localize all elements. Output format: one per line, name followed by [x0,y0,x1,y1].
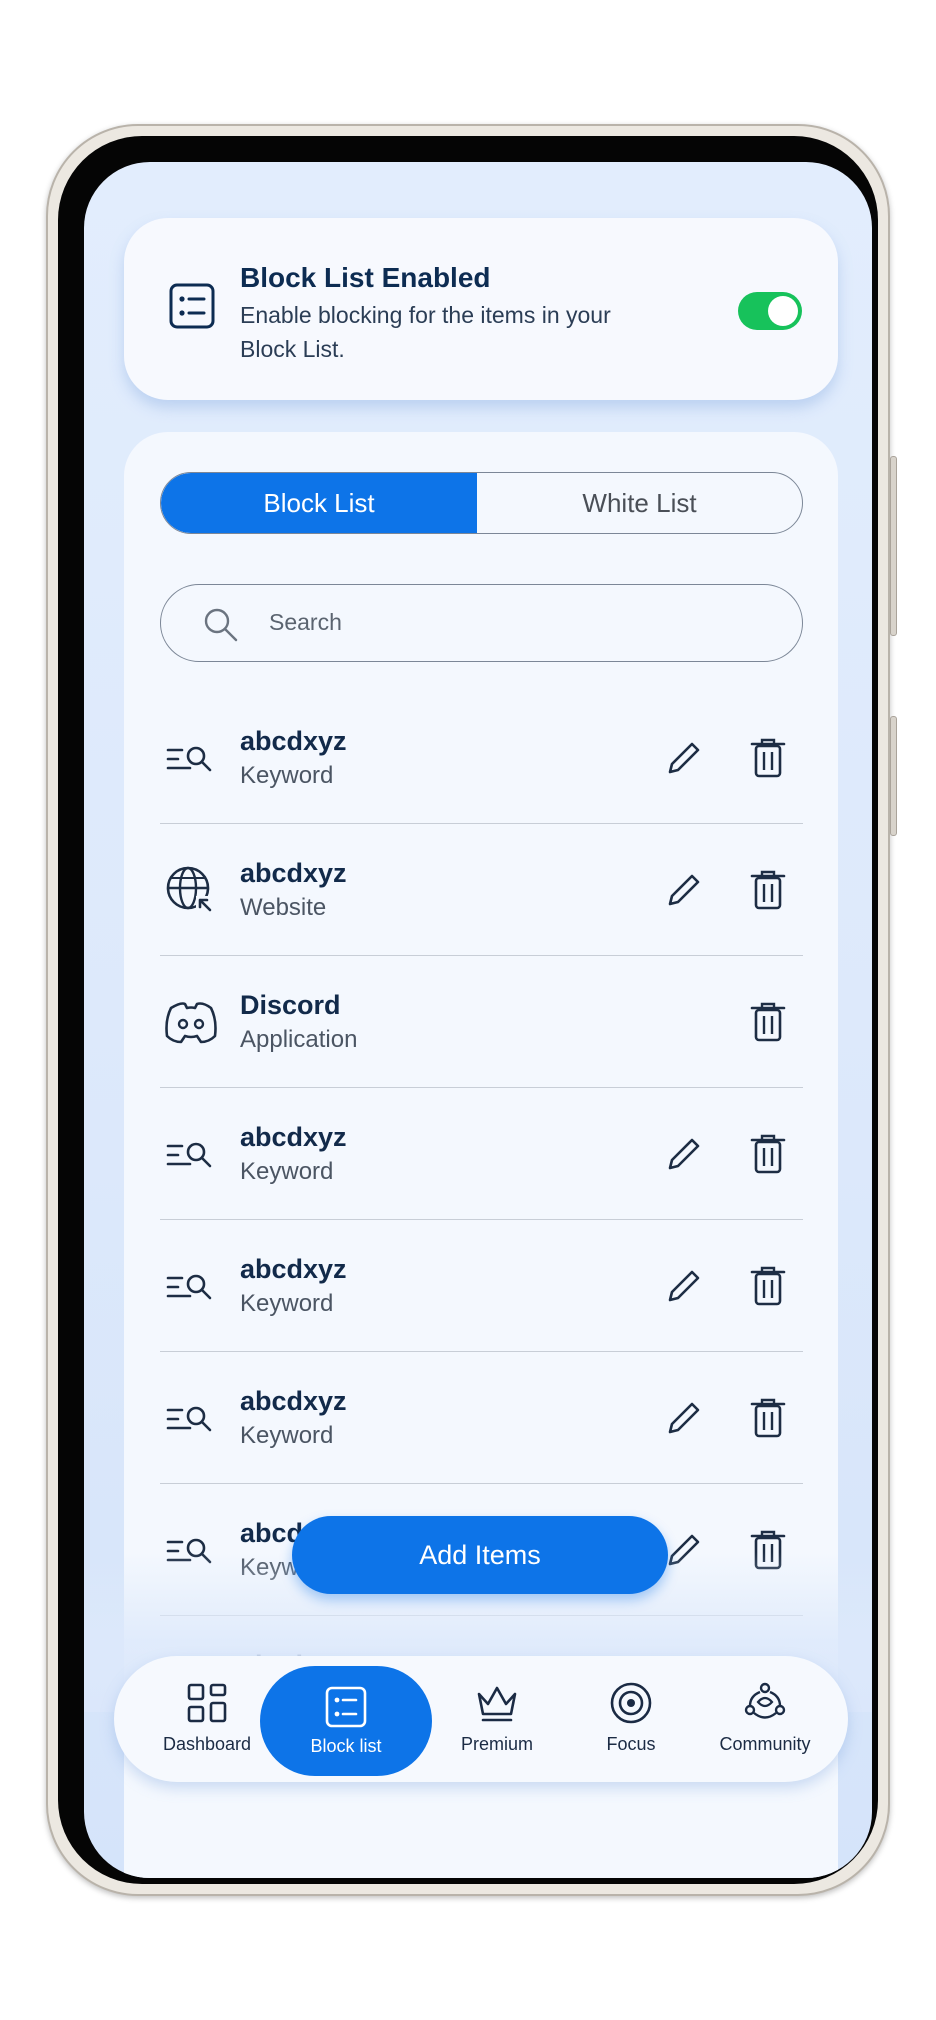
nav-label: Community [719,1734,811,1754]
dashboard-icon [187,1683,227,1723]
globe-icon [166,866,214,914]
community-icon [744,1682,786,1719]
list-item[interactable]: abcdxyz Keyword [160,692,803,824]
delete-icon[interactable] [748,736,788,780]
bottom-nav: Dashboard Block list Premium Focus Commu… [114,1656,848,1782]
nav-dashboard[interactable]: Dashboard [140,1656,274,1782]
add-items-button[interactable]: Add Items [292,1516,668,1594]
item-name: abcdxyz [240,1386,347,1416]
list-item[interactable]: abcdxyz Website [160,824,803,956]
app-screen: Block List Enabled Enable blocking for t… [84,162,872,1878]
list-item[interactable]: abcdxyz Keyword [160,1352,803,1484]
keyword-search-icon [166,1274,212,1300]
item-type: Keyword [240,1290,334,1317]
item-type: Website [240,894,327,921]
nav-focus[interactable]: Focus [564,1656,698,1782]
item-name: abcdxyz [240,858,347,888]
block-list-icon [325,1686,367,1728]
power-button [890,716,897,836]
edit-icon[interactable] [662,736,706,780]
list-icon [169,283,215,329]
item-type: Keyword [240,1422,334,1449]
nav-label: Focus [606,1734,656,1754]
phone-bezel: Block List Enabled Enable blocking for t… [58,136,878,1884]
nav-premium[interactable]: Premium [430,1656,564,1782]
keyword-search-icon [166,1406,212,1432]
nav-label: Premium [460,1734,533,1754]
nav-community[interactable]: Community [698,1656,832,1782]
block-list-enabled-card: Block List Enabled Enable blocking for t… [124,218,838,400]
tab-block-list[interactable]: Block List [161,473,477,533]
item-type: Keyword [240,1158,334,1185]
delete-icon[interactable] [748,1132,788,1176]
edit-icon[interactable] [662,868,706,912]
toggle-knob [768,296,798,326]
volume-button [890,456,897,636]
nav-label: Block list [310,1736,382,1756]
search-input[interactable]: Search [160,584,803,662]
list-item[interactable]: abcdxyz Keyword [160,1088,803,1220]
delete-icon[interactable] [748,868,788,912]
list-item[interactable]: abcdxyz Keyword [160,1220,803,1352]
card-subtitle: Enable blocking for the items in your Bl… [240,302,611,362]
list-item[interactable]: Discord Application [160,956,803,1088]
search-placeholder: Search [269,609,342,635]
delete-icon[interactable] [748,1396,788,1440]
nav-label: Dashboard [162,1734,252,1754]
item-name: abcdxyz [240,726,347,756]
keyword-search-icon [166,1142,212,1168]
delete-icon[interactable] [748,1000,788,1044]
item-name: Discord [240,990,341,1020]
item-name: abcdxyz [240,1122,347,1152]
item-name: abcdxyz [240,1254,347,1284]
edit-icon[interactable] [662,1396,706,1440]
discord-icon [165,1002,217,1044]
target-icon [610,1682,652,1724]
edit-icon[interactable] [662,1132,706,1176]
block-list-toggle[interactable] [738,292,802,330]
crown-icon [477,1686,517,1722]
nav-block-list[interactable]: Block list [260,1666,432,1776]
keyword-search-icon [166,746,212,772]
card-title: Block List Enabled [240,262,491,293]
edit-icon[interactable] [662,1264,706,1308]
search-icon [204,608,238,642]
phone-frame: Block List Enabled Enable blocking for t… [46,124,897,1896]
item-type: Application [240,1026,358,1053]
list-tabs: Block List White List [160,472,803,534]
item-type: Keyword [240,762,334,789]
tab-white-list[interactable]: White List [477,473,802,533]
delete-icon[interactable] [748,1264,788,1308]
